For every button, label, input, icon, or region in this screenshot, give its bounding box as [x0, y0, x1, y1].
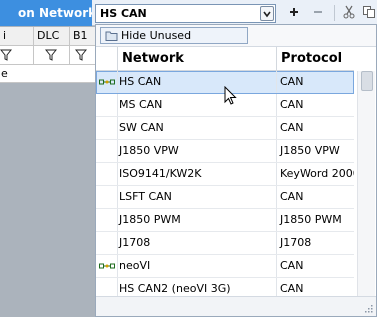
grid-column-header[interactable]: DLC [34, 27, 70, 46]
filter-icon [0, 49, 12, 61]
vertical-scrollbar[interactable] [357, 71, 375, 296]
row-icon-cell [96, 94, 118, 116]
network-name: neoVI [118, 255, 277, 277]
filter-cell[interactable] [0, 46, 34, 65]
filter-icon [75, 49, 87, 61]
network-row[interactable]: LSFT CAN CAN [96, 186, 354, 209]
grid-empty-area [0, 84, 95, 317]
copy-icon[interactable] [362, 5, 376, 19]
filter-icon [45, 49, 57, 61]
mouse-cursor-icon [224, 86, 237, 105]
link-icon [99, 79, 115, 85]
row-icon-cell [96, 255, 118, 277]
row-icon-cell [96, 232, 118, 254]
protocol-name: J1850 PWM [280, 213, 342, 226]
network-name: J1708 [118, 232, 277, 254]
folder-icon [105, 31, 118, 41]
grid-filter-row [0, 46, 95, 65]
network-row[interactable]: neoVI CAN [96, 255, 354, 278]
add-icon[interactable] [287, 5, 301, 19]
protocol-name: J1850 VPW [280, 144, 340, 157]
hide-unused-label: Hide Unused [121, 29, 192, 42]
row-icon-cell [96, 209, 118, 231]
dropdown-arrow-icon[interactable] [260, 6, 274, 21]
row-icon-cell [96, 186, 118, 208]
network-name: J1850 VPW [118, 140, 277, 162]
dropdown-footer [96, 296, 376, 316]
protocol-name: CAN [280, 75, 304, 88]
network-name: HS CAN [118, 71, 277, 93]
grid-column-header[interactable]: i [0, 27, 34, 46]
protocol-name: CAN [280, 98, 304, 111]
resize-grip-icon[interactable] [364, 304, 373, 313]
network-row[interactable]: J1708 J1708 [96, 232, 354, 255]
network-row[interactable]: J1850 PWM J1850 PWM [96, 209, 354, 232]
grid-row[interactable]: e [0, 65, 95, 83]
scrollbar-thumb[interactable] [361, 71, 373, 91]
network-name: MS CAN [118, 94, 277, 116]
network-name: LSFT CAN [118, 186, 277, 208]
cut-icon[interactable] [342, 5, 356, 19]
protocol-name: J1708 [280, 236, 312, 249]
network-table-header: Network Protocol [96, 47, 354, 71]
protocol-name: KeyWord 2000 [280, 167, 354, 180]
remove-icon[interactable] [311, 5, 325, 19]
grid-column-header[interactable]: B1 [70, 27, 95, 46]
filter-cell[interactable] [34, 46, 70, 65]
network-row[interactable]: J1850 VPW J1850 VPW [96, 140, 354, 163]
row-icon-cell [96, 163, 118, 185]
link-icon [99, 263, 115, 269]
network-row[interactable]: SW CAN CAN [96, 117, 354, 140]
network-name: SW CAN [118, 117, 277, 139]
protocol-column-header[interactable]: Protocol [277, 47, 354, 71]
network-column-header[interactable]: Network [118, 47, 277, 71]
protocol-name: CAN [280, 121, 304, 134]
icon-column-header [96, 47, 118, 71]
dropdown-toolbar: Hide Unused [96, 25, 376, 47]
row-icon-cell [96, 117, 118, 139]
toolbar: on Network HS CAN [0, 0, 377, 26]
filter-cell[interactable] [70, 46, 95, 65]
network-combo-value: HS CAN [100, 7, 147, 20]
network-combo[interactable]: HS CAN [95, 4, 276, 23]
on-network-button[interactable]: on Network [0, 0, 92, 26]
network-name: J1850 PWM [118, 209, 277, 231]
network-name: ISO9141/KW2K [118, 163, 277, 185]
network-dropdown: Hide Unused Network Protocol HS CAN CAN … [95, 24, 377, 317]
protocol-name: CAN [280, 190, 304, 203]
grid-header: i DLC B1 [0, 27, 95, 46]
row-icon-cell [96, 71, 118, 93]
hide-unused-button[interactable]: Hide Unused [100, 27, 248, 44]
row-icon-cell [96, 140, 118, 162]
network-row[interactable]: ISO9141/KW2K KeyWord 2000 [96, 163, 354, 186]
protocol-name: CAN [280, 259, 304, 272]
toolbar-separator [334, 5, 335, 21]
